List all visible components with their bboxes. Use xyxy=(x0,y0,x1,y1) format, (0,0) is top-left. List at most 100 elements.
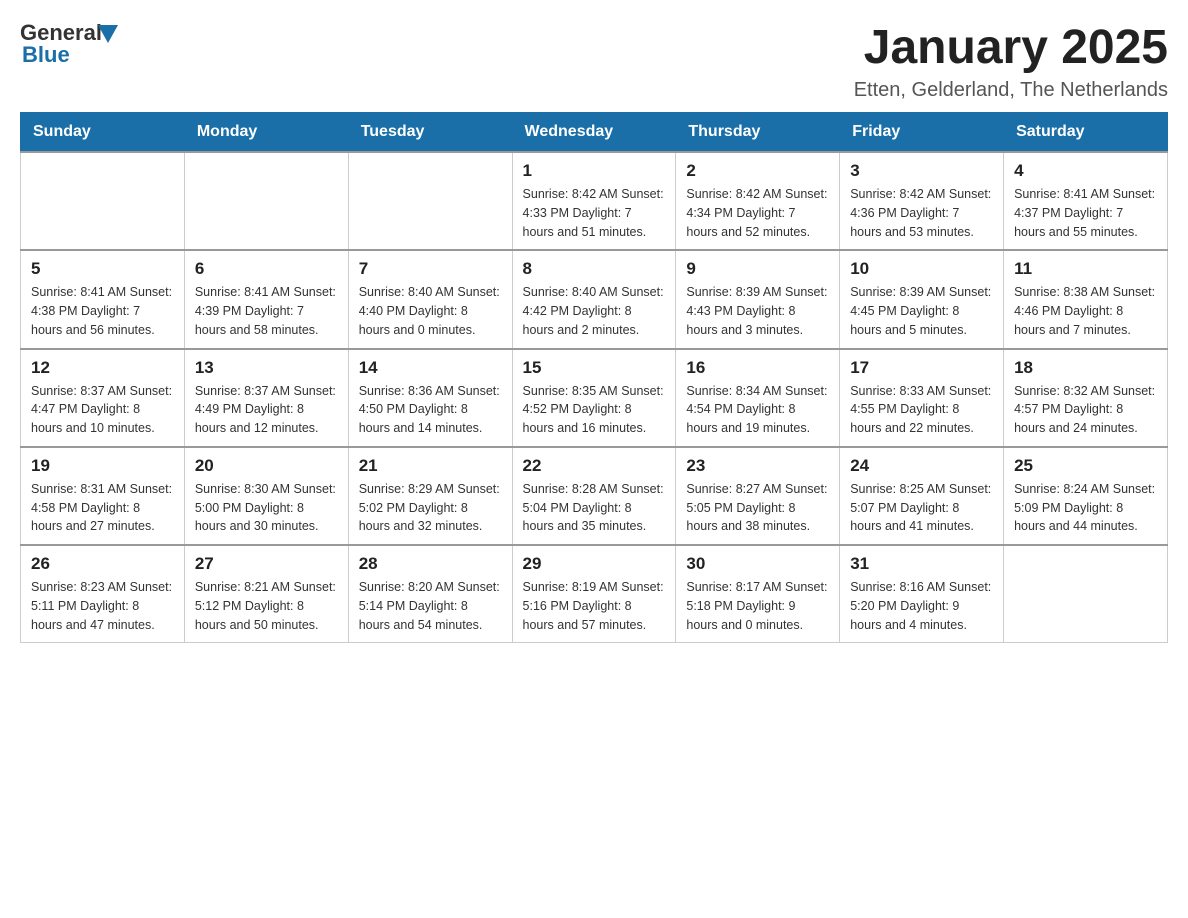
day-info: Sunrise: 8:19 AM Sunset: 5:16 PM Dayligh… xyxy=(523,578,666,634)
calendar-cell: 7Sunrise: 8:40 AM Sunset: 4:40 PM Daylig… xyxy=(348,250,512,348)
weekday-header-row: SundayMondayTuesdayWednesdayThursdayFrid… xyxy=(21,113,1168,153)
day-info: Sunrise: 8:41 AM Sunset: 4:37 PM Dayligh… xyxy=(1014,185,1157,241)
logo-triangle-icon xyxy=(98,25,118,43)
day-info: Sunrise: 8:27 AM Sunset: 5:05 PM Dayligh… xyxy=(686,480,829,536)
calendar-cell: 20Sunrise: 8:30 AM Sunset: 5:00 PM Dayli… xyxy=(184,447,348,545)
weekday-header-friday: Friday xyxy=(840,113,1004,153)
day-info: Sunrise: 8:39 AM Sunset: 4:43 PM Dayligh… xyxy=(686,283,829,339)
day-number: 25 xyxy=(1014,456,1157,476)
day-info: Sunrise: 8:42 AM Sunset: 4:33 PM Dayligh… xyxy=(523,185,666,241)
calendar-cell xyxy=(1004,545,1168,643)
calendar-table: SundayMondayTuesdayWednesdayThursdayFrid… xyxy=(20,112,1168,643)
calendar-cell: 25Sunrise: 8:24 AM Sunset: 5:09 PM Dayli… xyxy=(1004,447,1168,545)
weekday-header-thursday: Thursday xyxy=(676,113,840,153)
day-info: Sunrise: 8:37 AM Sunset: 4:49 PM Dayligh… xyxy=(195,382,338,438)
day-number: 17 xyxy=(850,358,993,378)
calendar-cell: 9 Sunrise: 8:39 AM Sunset: 4:43 PM Daylig… xyxy=(676,250,840,348)
day-number: 2 xyxy=(686,161,829,181)
weekday-header-wednesday: Wednesday xyxy=(512,113,676,153)
calendar-cell: 5 Sunrise: 8:41 AM Sunset: 4:38 PM Daylig… xyxy=(21,250,185,348)
day-number: 18 xyxy=(1014,358,1157,378)
calendar-cell: 18 Sunrise: 8:32 AM Sunset: 4:57 PM Dayli… xyxy=(1004,349,1168,447)
calendar-cell: 24 Sunrise: 8:25 AM Sunset: 5:07 PM Dayli… xyxy=(840,447,1004,545)
day-info: Sunrise: 8:41 AM Sunset: 4:38 PM Dayligh… xyxy=(31,283,174,339)
calendar-cell: 1Sunrise: 8:42 AM Sunset: 4:33 PM Daylig… xyxy=(512,152,676,250)
day-info: Sunrise: 8:37 AM Sunset: 4:47 PM Dayligh… xyxy=(31,382,174,438)
day-info: Sunrise: 8:39 AM Sunset: 4:45 PM Dayligh… xyxy=(850,283,993,339)
day-info: Sunrise: 8:16 AM Sunset: 5:20 PM Dayligh… xyxy=(850,578,993,634)
day-number: 27 xyxy=(195,554,338,574)
day-info: Sunrise: 8:25 AM Sunset: 5:07 PM Dayligh… xyxy=(850,480,993,536)
weekday-header-saturday: Saturday xyxy=(1004,113,1168,153)
day-info: Sunrise: 8:36 AM Sunset: 4:50 PM Dayligh… xyxy=(359,382,502,438)
day-info: Sunrise: 8:23 AM Sunset: 5:11 PM Dayligh… xyxy=(31,578,174,634)
day-number: 24 xyxy=(850,456,993,476)
day-number: 22 xyxy=(523,456,666,476)
day-number: 5 xyxy=(31,259,174,279)
week-row-1: 1Sunrise: 8:42 AM Sunset: 4:33 PM Daylig… xyxy=(21,152,1168,250)
day-info: Sunrise: 8:42 AM Sunset: 4:34 PM Dayligh… xyxy=(686,185,829,241)
day-number: 26 xyxy=(31,554,174,574)
day-number: 28 xyxy=(359,554,502,574)
calendar-cell: 19 Sunrise: 8:31 AM Sunset: 4:58 PM Dayli… xyxy=(21,447,185,545)
day-info: Sunrise: 8:31 AM Sunset: 4:58 PM Dayligh… xyxy=(31,480,174,536)
weekday-header-tuesday: Tuesday xyxy=(348,113,512,153)
day-number: 8 xyxy=(523,259,666,279)
day-number: 31 xyxy=(850,554,993,574)
calendar-cell: 26 Sunrise: 8:23 AM Sunset: 5:11 PM Dayli… xyxy=(21,545,185,643)
logo: General Blue xyxy=(20,20,118,68)
day-number: 10 xyxy=(850,259,993,279)
day-info: Sunrise: 8:32 AM Sunset: 4:57 PM Dayligh… xyxy=(1014,382,1157,438)
day-info: Sunrise: 8:29 AM Sunset: 5:02 PM Dayligh… xyxy=(359,480,502,536)
day-info: Sunrise: 8:30 AM Sunset: 5:00 PM Dayligh… xyxy=(195,480,338,536)
day-number: 13 xyxy=(195,358,338,378)
calendar-cell: 14Sunrise: 8:36 AM Sunset: 4:50 PM Dayli… xyxy=(348,349,512,447)
calendar-cell: 3Sunrise: 8:42 AM Sunset: 4:36 PM Daylig… xyxy=(840,152,1004,250)
calendar-cell: 22 Sunrise: 8:28 AM Sunset: 5:04 PM Dayli… xyxy=(512,447,676,545)
calendar-cell: 17Sunrise: 8:33 AM Sunset: 4:55 PM Dayli… xyxy=(840,349,1004,447)
day-number: 29 xyxy=(523,554,666,574)
page-header: General Blue January 2025 Etten, Gelderl… xyxy=(20,20,1168,102)
day-number: 23 xyxy=(686,456,829,476)
calendar-cell: 4Sunrise: 8:41 AM Sunset: 4:37 PM Daylig… xyxy=(1004,152,1168,250)
day-info: Sunrise: 8:40 AM Sunset: 4:42 PM Dayligh… xyxy=(523,283,666,339)
day-info: Sunrise: 8:28 AM Sunset: 5:04 PM Dayligh… xyxy=(523,480,666,536)
calendar-cell: 6 Sunrise: 8:41 AM Sunset: 4:39 PM Daylig… xyxy=(184,250,348,348)
day-number: 12 xyxy=(31,358,174,378)
day-number: 11 xyxy=(1014,259,1157,279)
calendar-cell xyxy=(348,152,512,250)
calendar-cell: 23 Sunrise: 8:27 AM Sunset: 5:05 PM Dayli… xyxy=(676,447,840,545)
week-row-5: 26 Sunrise: 8:23 AM Sunset: 5:11 PM Dayli… xyxy=(21,545,1168,643)
calendar-cell xyxy=(184,152,348,250)
day-number: 15 xyxy=(523,358,666,378)
day-number: 6 xyxy=(195,259,338,279)
calendar-cell: 27 Sunrise: 8:21 AM Sunset: 5:12 PM Dayli… xyxy=(184,545,348,643)
week-row-2: 5 Sunrise: 8:41 AM Sunset: 4:38 PM Daylig… xyxy=(21,250,1168,348)
day-info: Sunrise: 8:17 AM Sunset: 5:18 PM Dayligh… xyxy=(686,578,829,634)
location-subtitle: Etten, Gelderland, The Netherlands xyxy=(854,79,1168,102)
calendar-cell: 2 Sunrise: 8:42 AM Sunset: 4:34 PM Daylig… xyxy=(676,152,840,250)
calendar-cell: 11 Sunrise: 8:38 AM Sunset: 4:46 PM Dayli… xyxy=(1004,250,1168,348)
day-number: 19 xyxy=(31,456,174,476)
calendar-cell: 29 Sunrise: 8:19 AM Sunset: 5:16 PM Dayli… xyxy=(512,545,676,643)
day-number: 21 xyxy=(359,456,502,476)
day-number: 9 xyxy=(686,259,829,279)
week-row-4: 19 Sunrise: 8:31 AM Sunset: 4:58 PM Dayli… xyxy=(21,447,1168,545)
calendar-cell: 21 Sunrise: 8:29 AM Sunset: 5:02 PM Dayli… xyxy=(348,447,512,545)
weekday-header-monday: Monday xyxy=(184,113,348,153)
calendar-cell xyxy=(21,152,185,250)
calendar-cell: 28 Sunrise: 8:20 AM Sunset: 5:14 PM Dayli… xyxy=(348,545,512,643)
calendar-cell: 10 Sunrise: 8:39 AM Sunset: 4:45 PM Dayli… xyxy=(840,250,1004,348)
day-number: 3 xyxy=(850,161,993,181)
week-row-3: 12 Sunrise: 8:37 AM Sunset: 4:47 PM Dayli… xyxy=(21,349,1168,447)
calendar-cell: 30Sunrise: 8:17 AM Sunset: 5:18 PM Dayli… xyxy=(676,545,840,643)
day-info: Sunrise: 8:41 AM Sunset: 4:39 PM Dayligh… xyxy=(195,283,338,339)
calendar-cell: 15Sunrise: 8:35 AM Sunset: 4:52 PM Dayli… xyxy=(512,349,676,447)
calendar-cell: 31 Sunrise: 8:16 AM Sunset: 5:20 PM Dayli… xyxy=(840,545,1004,643)
day-info: Sunrise: 8:21 AM Sunset: 5:12 PM Dayligh… xyxy=(195,578,338,634)
day-info: Sunrise: 8:20 AM Sunset: 5:14 PM Dayligh… xyxy=(359,578,502,634)
calendar-cell: 8 Sunrise: 8:40 AM Sunset: 4:42 PM Daylig… xyxy=(512,250,676,348)
day-info: Sunrise: 8:38 AM Sunset: 4:46 PM Dayligh… xyxy=(1014,283,1157,339)
day-number: 7 xyxy=(359,259,502,279)
calendar-cell: 12 Sunrise: 8:37 AM Sunset: 4:47 PM Dayli… xyxy=(21,349,185,447)
